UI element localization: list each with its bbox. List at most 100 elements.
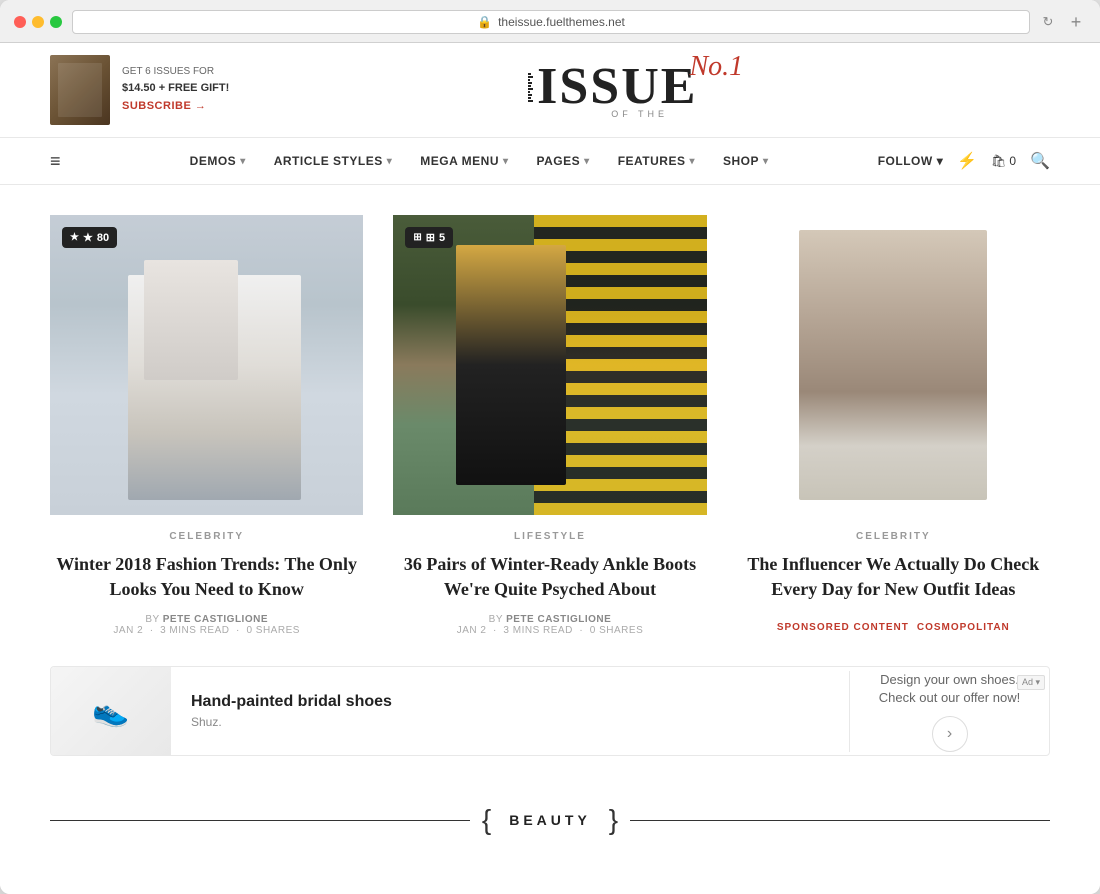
boots-image	[393, 215, 706, 515]
nav-label-article-styles: ARTICLE STYLES	[274, 154, 383, 168]
ad-cta-text: Design your own shoes. Check out our off…	[870, 671, 1029, 707]
article-title[interactable]: The Influencer We Actually Do Check Ever…	[737, 552, 1050, 602]
chevron-down-icon: ▾	[387, 156, 393, 167]
article-card: CELEBRITY The Influencer We Actually Do …	[737, 215, 1050, 636]
lightning-icon[interactable]: ⚡	[957, 151, 977, 171]
ad-banner: 👟 Hand-painted bridal shoes Shuz. Ad ▾ D…	[50, 666, 1050, 756]
maximize-button[interactable]	[50, 16, 62, 28]
nav-item-article-styles[interactable]: ARTICLE STYLES ▾	[260, 137, 407, 185]
article-date: JAN 2	[457, 625, 487, 636]
article-category: CELEBRITY	[737, 531, 1050, 542]
badge-value: 80	[97, 232, 109, 244]
article-read-time: 3 MINS READ	[503, 625, 572, 636]
badge-value: 5	[439, 232, 445, 244]
beauty-line-left	[50, 820, 470, 821]
article-image-boots[interactable]: ⊞ 5	[393, 215, 706, 515]
article-shares: 0 SHARES	[246, 625, 299, 636]
article-card: ⊞ 5 LIFESTYLE 36 Pairs of Winter-Ready A…	[393, 215, 706, 636]
influencer-image	[737, 215, 1050, 515]
nav-item-features[interactable]: FEATURES ▾	[604, 137, 709, 185]
logo-script: No.1	[689, 51, 743, 83]
promo-text: GET 6 ISSUES FOR	[122, 64, 229, 80]
ad-image: 👟	[51, 666, 171, 756]
reload-button[interactable]: ↻	[1040, 14, 1056, 30]
url-text: theissue.fuelthemes.net	[498, 15, 625, 29]
cart-icon[interactable]: 🛍 0	[991, 154, 1016, 168]
subscribe-block: GET 6 ISSUES FOR $14.50 + FREE GIFT! SUB…	[50, 55, 229, 125]
nav-label-demos: DEMOS	[190, 154, 237, 168]
beauty-label: BEAUTY	[499, 812, 601, 828]
chevron-down-icon: ▾	[503, 156, 509, 167]
article-author: PETE CASTIGLIONE	[506, 614, 611, 625]
subscribe-link[interactable]: SUBSCRIBE →	[122, 100, 206, 112]
article-category: CELEBRITY	[50, 531, 363, 542]
cart-count: 0	[1009, 154, 1016, 168]
nav-label-mega-menu: MEGA MENU	[420, 154, 499, 168]
price-text: $14.50 + FREE GIFT!	[122, 80, 229, 98]
star-icon: ★	[83, 231, 93, 244]
beauty-title-wrap: { BEAUTY }	[470, 806, 630, 834]
nav-label-pages: PAGES	[537, 154, 581, 168]
magazine-cover	[50, 55, 110, 125]
ad-cta-button[interactable]: ›	[932, 716, 968, 752]
nav-label-shop: SHOP	[723, 154, 759, 168]
lock-icon: 🔒	[477, 15, 492, 29]
follow-button[interactable]: FOLLOW ▾	[878, 154, 944, 168]
rating-badge: ★ 80	[62, 227, 117, 248]
nav-links: DEMOS ▾ ARTICLE STYLES ▾ MEGA MENU ▾ PAG…	[81, 137, 878, 185]
nav-item-mega-menu[interactable]: MEGA MENU ▾	[406, 137, 522, 185]
photo-icon: ⊞	[426, 231, 435, 244]
right-brace: }	[609, 806, 618, 834]
nav-item-pages[interactable]: PAGES ▾	[523, 137, 604, 185]
articles-section: ★ 80 CELEBRITY Winter 2018 Fashion Trend…	[0, 185, 1100, 656]
article-category: LIFESTYLE	[393, 531, 706, 542]
logo-container: ISSUE No.1	[528, 61, 751, 113]
ad-badge: Ad ▾	[1017, 675, 1045, 690]
browser-window: 🔒 theissue.fuelthemes.net ↻ + GET 6 ISSU…	[0, 0, 1100, 894]
follow-label: FOLLOW	[878, 154, 933, 168]
article-shares: 0 SHARES	[590, 625, 643, 636]
nav-item-demos[interactable]: DEMOS ▾	[176, 137, 260, 185]
chevron-down-icon: ▾	[689, 156, 695, 167]
photo-badge: ⊞ 5	[405, 227, 453, 248]
hamburger-menu[interactable]: ≡	[50, 151, 61, 172]
ad-cta-area: Ad ▾ Design your own shoes. Check out ou…	[849, 671, 1049, 751]
article-title[interactable]: Winter 2018 Fashion Trends: The Only Loo…	[50, 552, 363, 602]
article-image-influencer[interactable]	[737, 215, 1050, 515]
left-brace: {	[482, 806, 491, 834]
ad-content: Hand-painted bridal shoes Shuz.	[171, 693, 849, 729]
article-date: JAN 2	[113, 625, 143, 636]
article-author: PETE CASTIGLIONE	[163, 614, 268, 625]
nav-label-features: FEATURES	[618, 154, 686, 168]
article-image-fashion[interactable]: ★ 80	[50, 215, 363, 515]
chevron-down-icon: ▾	[937, 154, 944, 168]
beauty-line-right	[630, 820, 1050, 821]
main-nav: ≡ DEMOS ▾ ARTICLE STYLES ▾ MEGA MENU ▾ P…	[0, 137, 1100, 185]
fashion-image	[50, 215, 363, 515]
chevron-down-icon: ▾	[763, 156, 769, 167]
chevron-down-icon: ▾	[240, 156, 246, 167]
new-tab-button[interactable]: +	[1066, 12, 1086, 32]
traffic-lights	[14, 16, 62, 28]
ad-title: Hand-painted bridal shoes	[191, 693, 829, 711]
article-meta: BY PETE CASTIGLIONE JAN 2 · 3 MINS READ …	[393, 614, 706, 636]
nav-item-shop[interactable]: SHOP ▾	[709, 137, 783, 185]
article-read-time: 3 MINS READ	[160, 625, 229, 636]
minimize-button[interactable]	[32, 16, 44, 28]
logo-barcode	[528, 73, 533, 102]
chevron-down-icon: ▾	[584, 156, 590, 167]
address-bar[interactable]: 🔒 theissue.fuelthemes.net	[72, 10, 1030, 34]
cart-bag-icon: 🛍	[991, 154, 1006, 168]
cosmopolitan-tag: COSMOPOLITAN	[917, 622, 1010, 633]
nav-right: FOLLOW ▾ ⚡ 🛍 0 🔍	[878, 151, 1050, 171]
article-card: ★ 80 CELEBRITY Winter 2018 Fashion Trend…	[50, 215, 363, 636]
ad-brand: Shuz.	[191, 715, 829, 729]
logo-text: ISSUE	[537, 61, 697, 113]
article-title[interactable]: 36 Pairs of Winter-Ready Ankle Boots We'…	[393, 552, 706, 602]
search-icon[interactable]: 🔍	[1030, 151, 1050, 171]
site-logo: ISSUE No.1 OF THE	[229, 61, 1050, 119]
article-tags: SPONSORED CONTENT COSMOPOLITAN	[737, 622, 1050, 633]
subscribe-text: GET 6 ISSUES FOR $14.50 + FREE GIFT! SUB…	[122, 64, 229, 115]
article-meta: BY PETE CASTIGLIONE JAN 2 · 3 MINS READ …	[50, 614, 363, 636]
close-button[interactable]	[14, 16, 26, 28]
